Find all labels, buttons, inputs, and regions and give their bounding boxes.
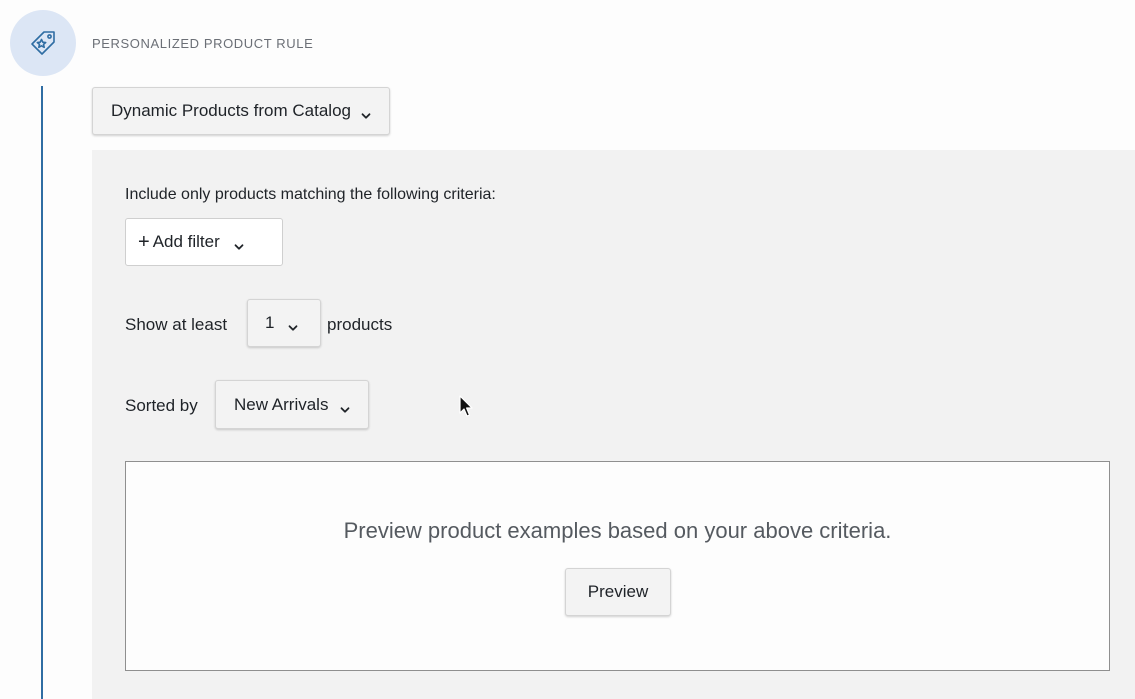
show-at-least-label: Show at least [125,315,228,334]
chevron-down-icon [361,106,371,119]
sorted-by-label: Sorted by [125,396,198,415]
product-source-value: Dynamic Products from Catalog [111,101,351,120]
timeline-line [41,86,43,699]
sort-order-value: New Arrivals [234,394,329,414]
preview-message: Preview product examples based on your a… [343,518,892,543]
tag-star-icon [29,29,57,57]
product-count-value: 1 [265,313,275,332]
product-source-dropdown[interactable]: Dynamic Products from Catalog [92,87,390,135]
chevron-down-icon [234,237,244,250]
preview-box: Preview product examples based on your a… [125,461,1110,671]
criteria-panel: Include only products matching the follo… [92,150,1135,699]
preview-button-label: Preview [587,582,649,601]
preview-button[interactable]: Preview [565,568,671,616]
product-count-dropdown[interactable]: 1 [247,299,321,347]
mouse-pointer-icon [459,395,475,419]
products-suffix-label: products [327,315,393,334]
rule-icon-badge [10,10,76,76]
sort-order-dropdown[interactable]: New Arrivals [215,380,370,429]
plus-icon: + [138,231,150,253]
rule-title: PERSONALIZED PRODUCT RULE [92,36,314,51]
criteria-label: Include only products matching the follo… [125,186,496,203]
add-filter-label: Add filter [152,232,220,251]
chevron-down-icon [340,400,350,413]
page: PERSONALIZED PRODUCT RULE Dynamic Produc… [0,0,1135,699]
add-filter-button[interactable]: + Add filter [125,218,283,266]
chevron-down-icon [288,318,298,331]
